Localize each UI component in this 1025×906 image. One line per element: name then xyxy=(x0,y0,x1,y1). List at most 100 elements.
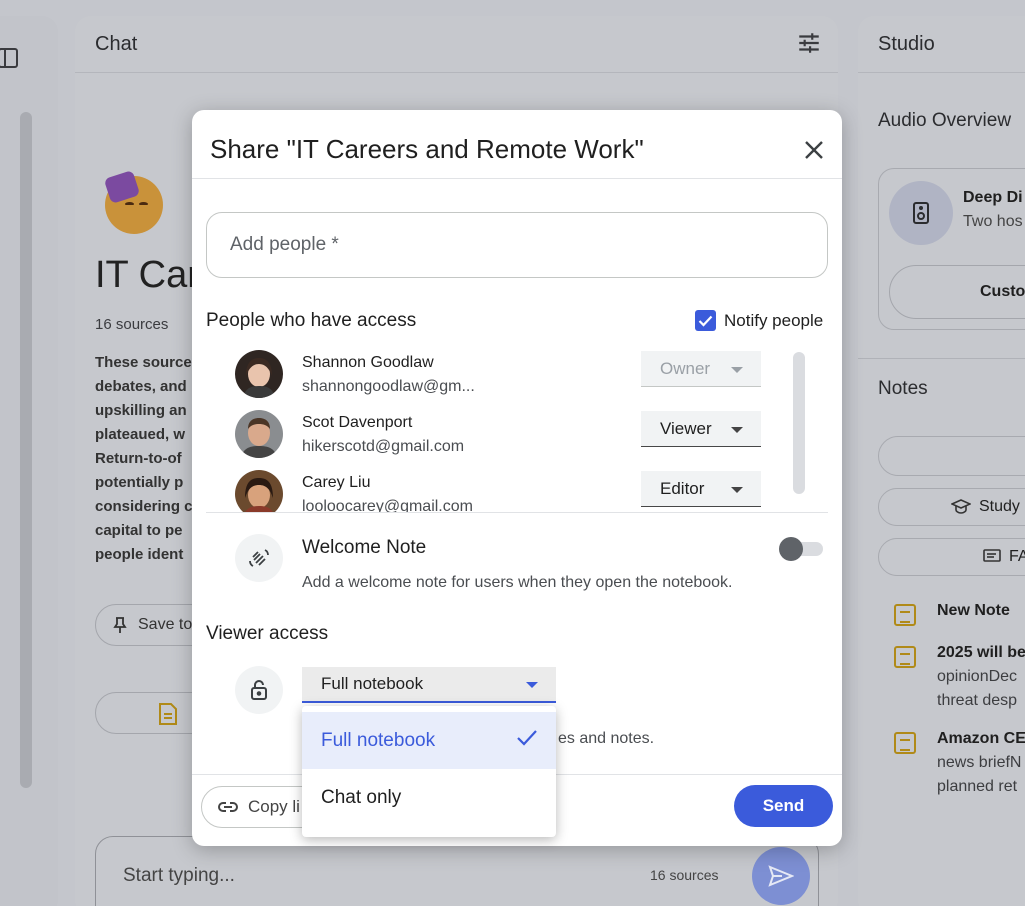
caret-down-icon xyxy=(526,682,538,688)
person-email: hikerscotd@gmail.com xyxy=(302,438,465,455)
summary-line: These source xyxy=(95,354,192,371)
send-button[interactable]: Send xyxy=(734,785,833,827)
note-preview-line: opinionDec xyxy=(937,668,1018,685)
faq-button[interactable]: FA xyxy=(878,538,1025,576)
document-icon xyxy=(159,703,177,725)
waving-hand-icon xyxy=(235,534,283,582)
people-access-list: Shannon Goodlaw shannongoodlaw@gm... Own… xyxy=(206,342,828,512)
viewer-access-menu: Full notebook Chat only xyxy=(302,706,556,837)
faq-icon xyxy=(983,549,1001,562)
chat-send-button[interactable] xyxy=(752,847,810,905)
add-people-input[interactable] xyxy=(206,212,828,278)
notify-people-checkbox[interactable]: Notify people xyxy=(695,310,823,331)
toggle-knob xyxy=(779,537,803,561)
person-email: shannongoodlaw@gm... xyxy=(302,378,475,395)
close-dialog-button[interactable] xyxy=(800,136,828,164)
studio-panel: Studio Audio Overview Deep Di Two hos Cu… xyxy=(858,16,1025,906)
menu-item-label: Full notebook xyxy=(321,729,436,751)
note-preview-line: threat desp xyxy=(937,692,1018,709)
role-select[interactable]: Editor xyxy=(641,471,761,507)
summary-line: people ident xyxy=(95,546,184,563)
checkbox-checked-icon[interactable] xyxy=(695,310,716,331)
studio-header-title: Studio xyxy=(878,32,935,55)
sidebar-toggle-icon[interactable] xyxy=(0,46,20,70)
tune-settings-icon[interactable] xyxy=(796,30,822,61)
person-row: Shannon Goodlaw shannongoodlaw@gm... Own… xyxy=(206,344,766,404)
summary-line: debates, and xyxy=(95,378,187,395)
avatar xyxy=(235,470,283,512)
summary-line: Return-to-of xyxy=(95,450,182,467)
summary-line: capital to pe xyxy=(95,522,183,539)
note-title: Amazon CE xyxy=(937,730,1025,747)
study-guide-label: Study xyxy=(979,498,1020,515)
studio-divider xyxy=(858,358,1025,359)
notes-label: Notes xyxy=(878,378,928,399)
checkmark-icon xyxy=(517,730,537,746)
welcome-note-description: Add a welcome note for users when they o… xyxy=(302,574,733,591)
note-icon xyxy=(894,646,916,668)
role-select[interactable]: Viewer xyxy=(641,411,761,447)
viewer-access-value: Full notebook xyxy=(321,674,424,693)
people-list-scrollbar[interactable] xyxy=(793,352,805,494)
dialog-title: Share "IT Careers and Remote Work" xyxy=(210,134,644,164)
sources-panel xyxy=(0,16,58,906)
menu-item-full-notebook[interactable]: Full notebook xyxy=(302,712,556,769)
note-icon xyxy=(894,604,916,626)
note-title: 2025 will be xyxy=(937,644,1025,661)
note-title: New Note xyxy=(937,602,1010,619)
caret-down-icon xyxy=(731,367,743,373)
avatar xyxy=(235,410,283,458)
person-email: looloocarey@gmail.com xyxy=(302,498,473,512)
audio-overview-card: Deep Di Two hos Custo xyxy=(878,168,1025,330)
chat-input[interactable]: Start typing... 16 sources xyxy=(95,836,819,906)
speaker-icon xyxy=(889,181,953,245)
deep-dive-subtitle: Two hos xyxy=(963,213,1023,230)
pin-icon xyxy=(113,617,127,633)
person-row: Scot Davenport hikerscotd@gmail.com View… xyxy=(206,404,766,464)
note-preview-line: news briefN xyxy=(937,754,1022,771)
note-preview-line: planned ret xyxy=(937,778,1018,795)
graduation-cap-icon xyxy=(951,499,971,514)
role-select-value: Editor xyxy=(660,478,705,498)
chat-input-placeholder: Start typing... xyxy=(123,865,235,886)
viewer-access-select[interactable]: Full notebook xyxy=(302,667,556,703)
menu-item-chat-only[interactable]: Chat only xyxy=(302,769,556,826)
people-access-label: People who have access xyxy=(206,310,417,331)
summary-line: potentially p xyxy=(95,474,184,491)
notebook-summary: These source debates, and upskilling an … xyxy=(95,351,205,567)
viewer-access-description: es and notes. xyxy=(558,730,655,747)
avatar xyxy=(235,350,283,398)
dialog-header-divider xyxy=(192,178,842,179)
party-face-emoji-icon xyxy=(105,176,163,234)
person-name: Scot Davenport xyxy=(302,414,413,431)
welcome-note-title: Welcome Note xyxy=(302,537,427,558)
person-name: Carey Liu xyxy=(302,474,371,491)
studio-header: Studio xyxy=(858,16,1025,73)
person-name: Shannon Goodlaw xyxy=(302,354,434,371)
notebook-sources-count: 16 sources xyxy=(95,316,169,333)
role-select-value: Owner xyxy=(660,358,711,378)
deep-dive-title: Deep Di xyxy=(963,189,1023,206)
add-note-button[interactable] xyxy=(878,436,1025,476)
person-row: Carey Liu looloocarey@gmail.com Editor xyxy=(206,464,766,512)
caret-down-icon xyxy=(731,427,743,433)
save-to-note-label: Save to xyxy=(138,616,193,633)
summary-line: considering c xyxy=(95,498,193,515)
caret-down-icon xyxy=(731,487,743,493)
study-guide-button[interactable]: Study xyxy=(878,488,1025,526)
chat-header-title: Chat xyxy=(95,32,138,55)
send-arrow-icon xyxy=(768,865,794,887)
chat-header: Chat xyxy=(75,16,838,73)
summary-line: upskilling an xyxy=(95,402,187,419)
lock-icon xyxy=(235,666,283,714)
customize-button[interactable]: Custo xyxy=(889,265,1025,319)
audio-overview-label: Audio Overview xyxy=(878,110,1012,131)
notify-people-label: Notify people xyxy=(724,310,824,330)
viewer-access-label: Viewer access xyxy=(206,623,329,644)
notebook-title: IT Car xyxy=(95,254,200,296)
chat-input-sources-count: 16 sources xyxy=(650,867,719,883)
welcome-note-toggle[interactable] xyxy=(779,537,823,561)
close-icon xyxy=(805,141,823,159)
sources-scrollbar[interactable] xyxy=(20,112,32,788)
summary-line: plateaued, w xyxy=(95,426,186,443)
